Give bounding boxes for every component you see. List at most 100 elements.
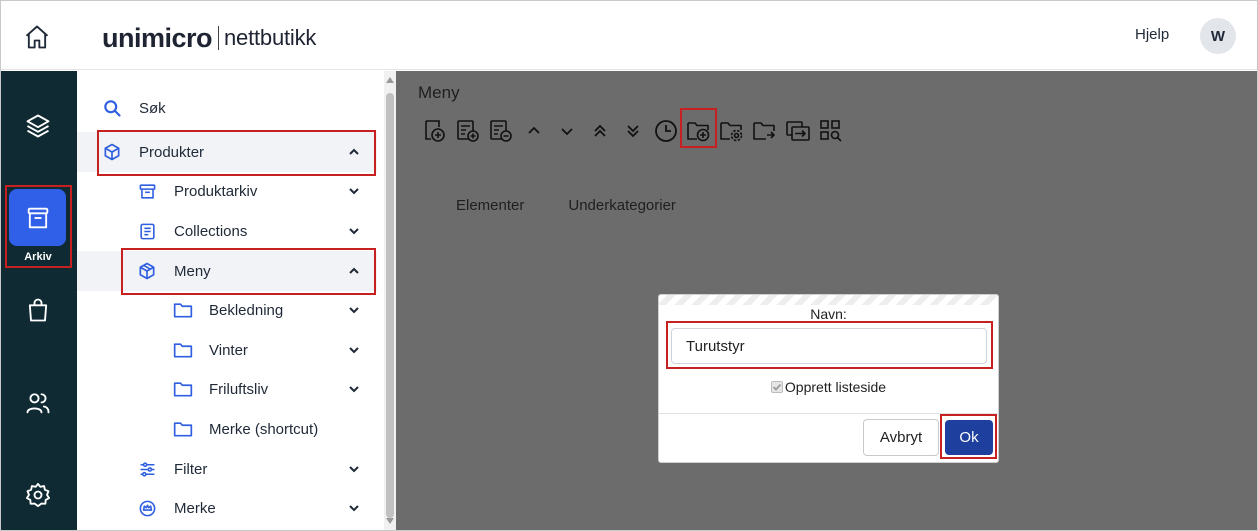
folder-add-icon <box>686 122 709 142</box>
folder-export-button[interactable] <box>748 115 781 147</box>
nav-label-meny: Meny <box>174 262 211 280</box>
toolbar <box>418 115 847 147</box>
left-rail: Arkiv <box>1 71 77 530</box>
grid-search-icon <box>819 120 842 142</box>
search-grid-button[interactable] <box>814 115 847 147</box>
nav-item-friluftsliv[interactable]: Friluftsliv <box>77 369 377 409</box>
chevron-down-icon <box>349 188 359 195</box>
box-icon <box>104 143 120 161</box>
app-window: unimicro nettbutikk Hjelp W Arkiv Søk Pr… <box>0 0 1258 531</box>
create-listpage-label: Opprett listeside <box>784 379 887 395</box>
home-button[interactable] <box>17 17 57 57</box>
cancel-button[interactable]: Avbryt <box>863 419 939 456</box>
logo-product: nettbutikk <box>224 25 317 50</box>
nav-label-produkter: Produkter <box>139 143 205 161</box>
page-title: Meny <box>418 83 460 102</box>
checkmark-icon <box>772 383 782 391</box>
logo: unimicro nettbutikk <box>102 23 316 53</box>
move-bottom-button[interactable] <box>616 115 649 147</box>
move-up-button[interactable] <box>517 115 550 147</box>
folder-settings-button[interactable] <box>715 115 748 147</box>
users-icon <box>26 393 50 414</box>
rail-item-archive[interactable] <box>9 189 66 246</box>
add-folder-button[interactable] <box>682 115 715 147</box>
sidebar-scrollbar[interactable] <box>384 71 396 530</box>
move-down-button[interactable] <box>550 115 583 147</box>
tab-bar: Elementer Underkategorier <box>456 197 720 214</box>
nav-item-collections[interactable]: Collections <box>77 211 377 251</box>
rail-active-label: Arkiv <box>24 251 52 263</box>
rail-item-orders[interactable] <box>9 281 67 339</box>
list-remove-icon <box>489 120 512 142</box>
tab-underkategorier[interactable]: Underkategorier <box>568 197 676 214</box>
nav-item-bekledning[interactable]: Bekledning <box>77 290 377 330</box>
list-icon <box>139 223 155 239</box>
nav-item-produkter[interactable]: Produkter <box>77 132 377 172</box>
nav-item-produktarkiv[interactable]: Produktarkiv <box>77 171 377 211</box>
move-to-button[interactable] <box>781 115 814 147</box>
search-icon <box>104 100 121 117</box>
remove-list-button[interactable] <box>484 115 517 147</box>
name-input[interactable] <box>671 328 987 364</box>
create-listpage-checkbox[interactable] <box>770 381 783 393</box>
help-link[interactable]: Hjelp <box>1135 26 1169 43</box>
chevron-down-icon <box>349 466 359 473</box>
double-chevron-up-icon <box>593 124 606 137</box>
crown-badge-icon <box>139 500 155 516</box>
nav-label-merke: Merke <box>174 499 216 517</box>
dialog-divider <box>659 413 998 414</box>
nav-item-search[interactable]: Søk <box>77 88 377 128</box>
chevron-down-icon <box>349 505 359 512</box>
ok-button[interactable]: Ok <box>945 420 993 455</box>
scroll-up-arrow-icon[interactable] <box>386 77 394 83</box>
chevron-down-icon <box>349 228 359 235</box>
chevron-down-icon <box>560 128 573 136</box>
chevron-down-icon <box>349 307 359 314</box>
scroll-thumb[interactable] <box>386 93 394 518</box>
top-header: unimicro nettbutikk Hjelp W <box>1 1 1257 70</box>
add-item-button[interactable] <box>418 115 451 147</box>
clock-icon <box>654 120 677 142</box>
nav-label-vinter: Vinter <box>209 341 248 359</box>
add-list-button[interactable] <box>451 115 484 147</box>
dialog-drag-strip[interactable] <box>659 295 998 305</box>
rail-item-products[interactable] <box>9 97 67 155</box>
archive-icon <box>139 183 155 199</box>
folder-icon <box>173 343 193 358</box>
nav-label-friluftsliv: Friluftsliv <box>209 380 269 398</box>
folder-icon <box>173 303 193 318</box>
scroll-down-arrow-icon[interactable] <box>386 518 394 524</box>
avatar[interactable]: W <box>1200 18 1236 54</box>
folder-gear-icon <box>719 122 742 142</box>
logo-separator <box>218 26 220 50</box>
chevron-down-icon <box>349 347 359 354</box>
nav-label-filter: Filter <box>174 460 208 478</box>
move-top-button[interactable] <box>583 115 616 147</box>
nav-item-vinter[interactable]: Vinter <box>77 330 377 370</box>
nav-item-merke[interactable]: Merke <box>77 488 377 528</box>
nav-item-meny[interactable]: Meny <box>77 251 377 291</box>
doc-add-icon <box>424 120 445 142</box>
sidebar-nav: Søk Produkter Produktarkiv Collections M… <box>77 71 396 530</box>
folder-icon <box>173 422 193 437</box>
gear-icon <box>25 482 51 508</box>
rail-item-customers[interactable] <box>9 374 67 432</box>
nav-label-search: Søk <box>139 99 166 117</box>
tab-elementer[interactable]: Elementer <box>456 197 524 214</box>
history-button[interactable] <box>649 115 682 147</box>
sliders-icon <box>139 461 155 477</box>
name-field-label: Navn: <box>810 306 847 322</box>
archive-icon <box>27 207 48 228</box>
shopping-bag-icon <box>28 298 48 322</box>
home-icon <box>25 25 49 49</box>
nav-label-produktarkiv: Produktarkiv <box>174 182 258 200</box>
nav-item-merke-shortcut[interactable]: Merke (shortcut) <box>77 409 377 449</box>
nav-label-collections: Collections <box>174 222 248 240</box>
layers-icon <box>26 114 50 138</box>
folder-icon <box>173 382 193 397</box>
rail-item-settings[interactable] <box>9 466 67 524</box>
chevron-down-icon <box>349 386 359 393</box>
nav-label-bekledning: Bekledning <box>209 301 284 319</box>
nav-item-filter[interactable]: Filter <box>77 449 377 489</box>
logo-brand: unimicro <box>102 23 213 53</box>
